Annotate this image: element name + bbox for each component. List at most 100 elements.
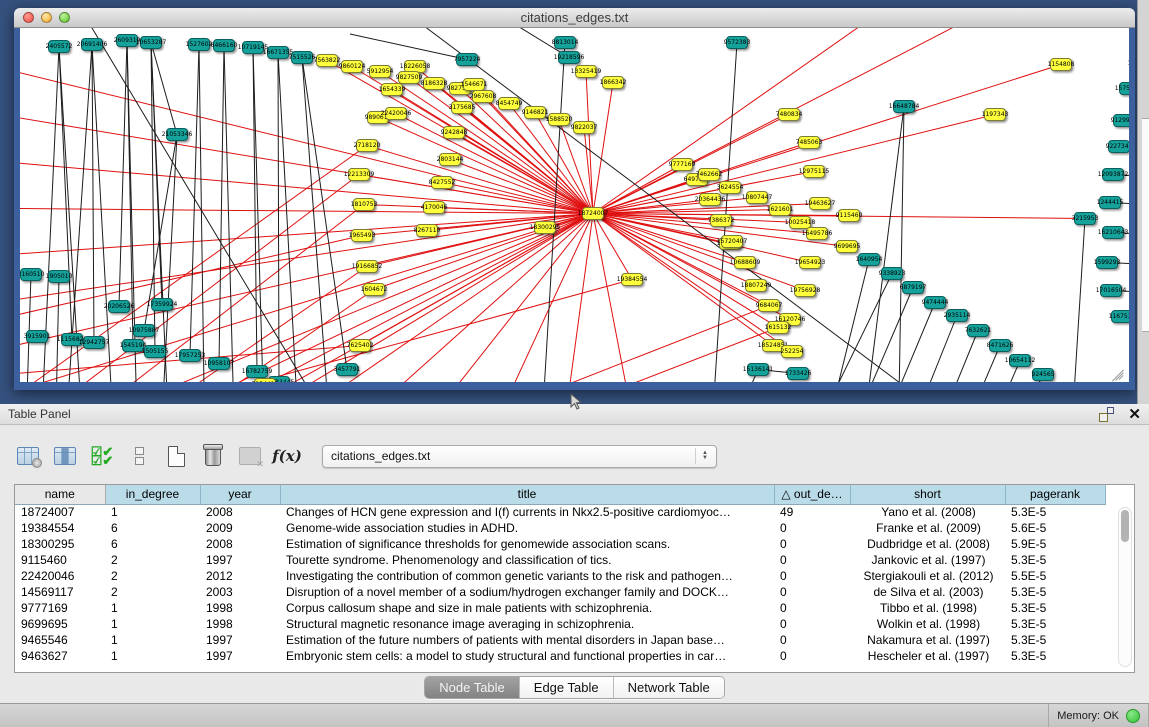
table-select-dropdown[interactable]: citations_edges.txt ▲▼	[322, 445, 717, 468]
graph-node[interactable]: 17359924	[151, 298, 173, 311]
graph-node[interactable]: 22420046	[385, 107, 407, 120]
graph-node[interactable]: 9699695	[836, 240, 858, 253]
graph-node[interactable]: 10653287	[140, 36, 162, 49]
graph-node[interactable]: 7480834	[778, 108, 800, 121]
table-row[interactable]: 1456911722003Disruption of a novel membe…	[15, 584, 1105, 600]
graph-node[interactable]: 9822037	[573, 121, 595, 134]
graph-node[interactable]: 12213309	[348, 168, 370, 181]
graph-node[interactable]: 1810753	[353, 198, 375, 211]
graph-node[interactable]: 924565	[1032, 368, 1054, 381]
graph-node[interactable]: 17957253	[179, 349, 201, 362]
graph-node[interactable]: 10958107	[208, 357, 230, 370]
graph-node[interactable]: 7462662	[698, 168, 720, 181]
window-resize-grip[interactable]	[1112, 365, 1126, 379]
graph-node[interactable]: 21053346	[166, 128, 188, 141]
graph-node[interactable]: 3915901	[26, 330, 48, 343]
column-header-year[interactable]: year	[200, 485, 280, 504]
graph-node[interactable]: 9227343	[1108, 140, 1129, 153]
column-header-title[interactable]: title	[280, 485, 774, 504]
graph-node[interactable]: 3215953	[1074, 212, 1096, 225]
tab-edge-table[interactable]: Edge Table	[520, 677, 614, 698]
graph-node[interactable]: 1244415	[1099, 196, 1121, 209]
graph-node[interactable]: 8186328	[423, 77, 445, 90]
graph-node[interactable]: 2160510	[20, 268, 42, 281]
graph-node[interactable]: 1604672	[363, 283, 385, 296]
graph-node[interactable]: 19463627	[809, 197, 831, 210]
scrollbar-thumb[interactable]	[1121, 510, 1129, 542]
network-canvas[interactable]: 2405572206914062609319106532871527602646…	[20, 28, 1129, 382]
graph-node[interactable]: 19218596	[558, 51, 580, 64]
graph-node[interactable]: 3457791	[336, 363, 358, 376]
graph-node[interactable]: 1588520	[548, 113, 570, 126]
graph-node[interactable]: 1866342	[602, 76, 624, 89]
table-row[interactable]: 911546021997Tourette syndrome. Phenomeno…	[15, 552, 1105, 568]
graph-node[interactable]: 18724007	[582, 207, 604, 220]
graph-node[interactable]: 9129946	[1113, 114, 1129, 127]
graph-node[interactable]: 9777169	[671, 158, 693, 171]
table-row[interactable]: 1872400712008Changes of HCN gene express…	[15, 504, 1105, 520]
graph-node[interactable]: 19166852	[356, 260, 378, 273]
graph-node[interactable]: 13325419	[575, 65, 597, 78]
close-window-button[interactable]	[23, 12, 34, 23]
graph-node[interactable]: 1154808	[1050, 58, 1072, 71]
graph-node[interactable]: 20206526	[108, 300, 130, 313]
graph-node[interactable]: 6466160	[213, 39, 235, 52]
graph-node[interactable]: 7386372	[710, 214, 732, 227]
graph-node[interactable]: 9860124	[341, 60, 363, 73]
column-header-pagerank[interactable]: pagerank	[1005, 485, 1105, 504]
graph-node[interactable]: 19384554	[621, 273, 643, 286]
table-row[interactable]: 977716911998Corpus callosum shape and si…	[15, 600, 1105, 616]
graph-node[interactable]: 7485063	[798, 136, 820, 149]
graph-node[interactable]: 17016504	[1100, 284, 1122, 297]
new-table-button[interactable]	[162, 441, 190, 471]
graph-node[interactable]: 10807447	[746, 191, 768, 204]
graph-node[interactable]: 1621601	[769, 203, 791, 216]
table-row[interactable]: 946362711997Embryonic stem cells: a mode…	[15, 648, 1105, 664]
zoom-window-button[interactable]	[59, 12, 70, 23]
graph-node[interactable]: 16210643	[1102, 226, 1124, 239]
graph-node[interactable]: 9827509	[398, 71, 420, 84]
graph-node[interactable]: 12942757	[83, 336, 105, 349]
graph-node[interactable]: 4170046	[423, 201, 445, 214]
graph-node[interactable]: 10975887	[133, 324, 155, 337]
close-panel-icon[interactable]: ✕	[1128, 407, 1141, 422]
graph-node[interactable]: 16671355	[267, 46, 289, 59]
graph-node[interactable]: 1615132	[767, 321, 789, 334]
graph-node[interactable]: 2609319	[116, 34, 138, 47]
graph-node[interactable]: 12093872	[1102, 168, 1124, 181]
graph-node[interactable]: 1640954	[858, 253, 880, 266]
graph-node[interactable]: 10719145	[242, 41, 264, 54]
minimize-window-button[interactable]	[41, 12, 52, 23]
graph-node[interactable]: 9338923	[881, 267, 903, 280]
graph-node[interactable]: 7632621	[967, 324, 989, 337]
table-row[interactable]: 1938455462009Genome-wide association stu…	[15, 520, 1105, 536]
graph-node[interactable]: 18807249	[745, 279, 767, 292]
table-vertical-scrollbar[interactable]	[1118, 507, 1132, 667]
graph-node[interactable]: 1965493	[351, 229, 373, 242]
graph-node[interactable]: 3624554	[719, 181, 741, 194]
graph-node[interactable]: 9572383	[726, 36, 748, 49]
graph-node[interactable]: 19756928	[794, 284, 816, 297]
graph-node[interactable]: 8427552	[431, 176, 453, 189]
graph-node[interactable]: 2935114	[946, 309, 968, 322]
graph-node[interactable]: 2718120	[356, 139, 378, 152]
window-titlebar[interactable]: citations_edges.txt	[14, 8, 1135, 28]
graph-node[interactable]: 1654339	[381, 83, 403, 96]
graph-node[interactable]: 9684067	[758, 299, 780, 312]
column-settings-button[interactable]	[14, 441, 42, 471]
graph-node[interactable]: 1505155	[144, 345, 166, 358]
float-panel-icon[interactable]	[1099, 407, 1114, 422]
graph-node[interactable]: 10654112	[1009, 354, 1031, 367]
table-row[interactable]: 1830029562008Estimation of significance …	[15, 536, 1105, 552]
select-column-button[interactable]	[51, 441, 79, 471]
table-row[interactable]: 969969511998Structural magnetic resonanc…	[15, 616, 1105, 632]
delete-table-button[interactable]	[199, 441, 227, 471]
graph-node[interactable]: 2405572	[48, 40, 70, 53]
graph-node[interactable]: 1527602	[188, 38, 210, 51]
graph-node[interactable]: 5912954	[369, 65, 391, 78]
column-header-name[interactable]: name	[15, 485, 105, 504]
graph-node[interactable]: 9474444	[924, 296, 946, 309]
graph-node[interactable]: 8454749	[498, 97, 520, 110]
show-columns-button[interactable]: ☑✔☑✔	[88, 441, 116, 471]
graph-node[interactable]: 2803144	[439, 153, 461, 166]
